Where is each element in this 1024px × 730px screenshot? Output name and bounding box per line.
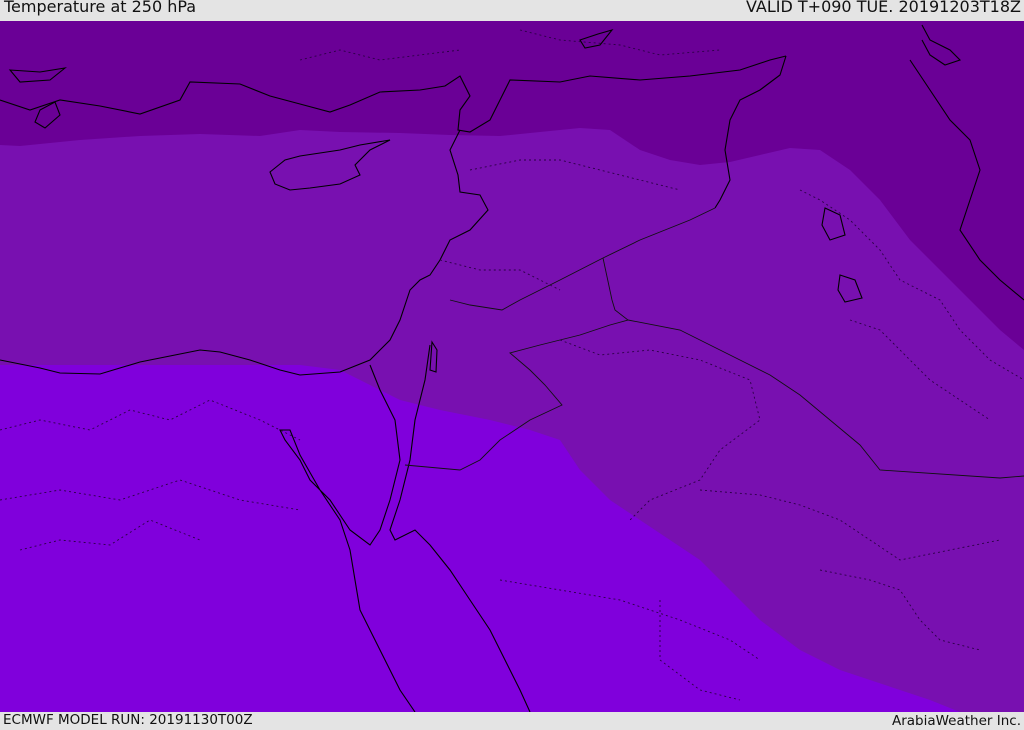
model-run: ECMWF MODEL RUN: 20191130T00Z bbox=[3, 712, 253, 728]
map-title: Temperature at 250 hPa bbox=[4, 0, 197, 16]
weather-map[interactable] bbox=[0, 21, 1024, 712]
footer-bar: ECMWF MODEL RUN: 20191130T00Z ArabiaWeat… bbox=[0, 712, 1024, 729]
credit: ArabiaWeather Inc. bbox=[891, 713, 1021, 729]
header-bar: Temperature at 250 hPa VALID T+090 TUE. … bbox=[0, 0, 1024, 21]
valid-time: VALID T+090 TUE. 20191203T18Z bbox=[745, 0, 1021, 16]
map-canvas bbox=[0, 21, 1024, 712]
